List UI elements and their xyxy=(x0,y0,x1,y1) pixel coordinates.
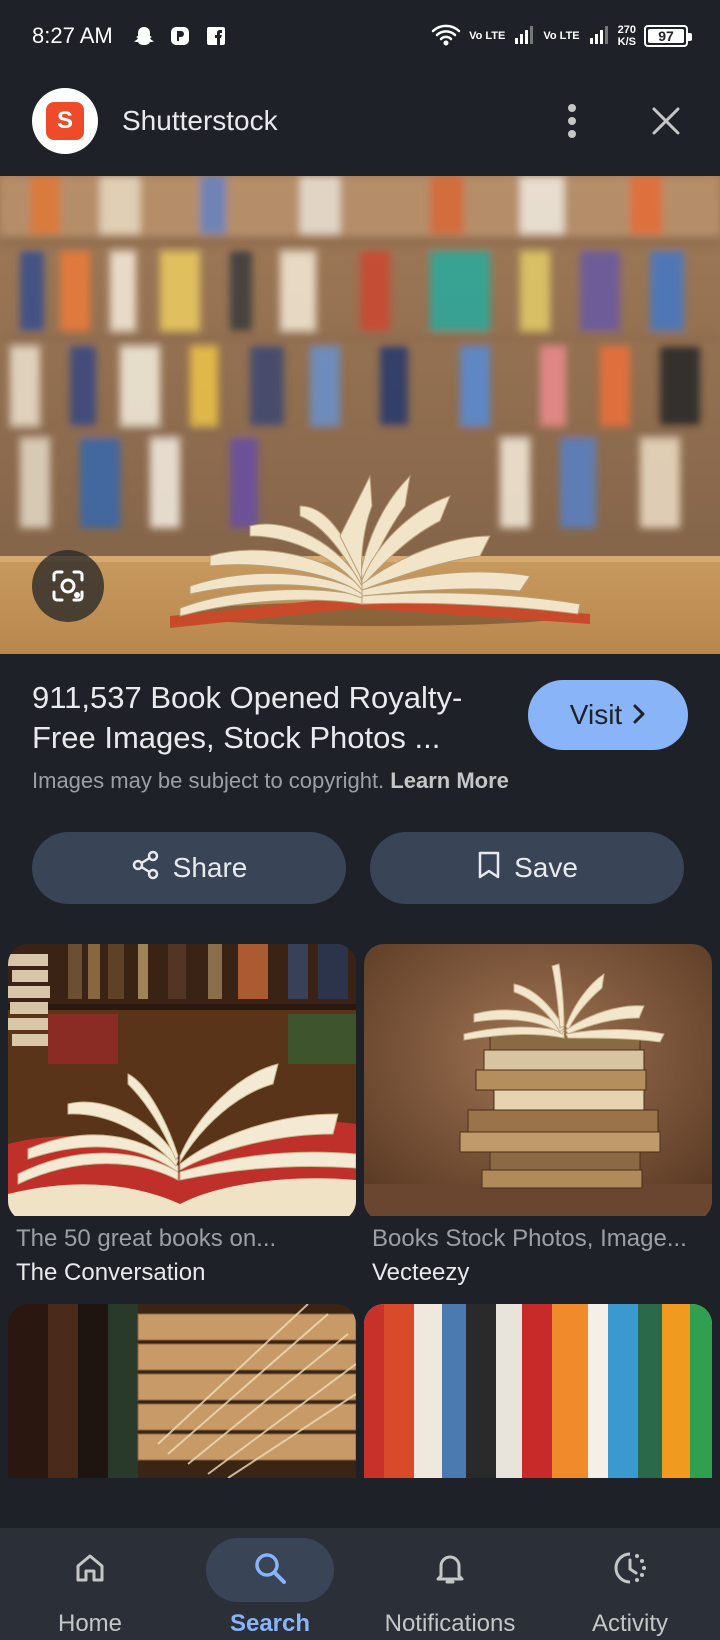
related-image-3[interactable] xyxy=(8,1304,356,1478)
network-type-2: Vo LTE xyxy=(543,30,580,42)
related-image-2[interactable] xyxy=(364,944,712,1221)
lens-search-icon[interactable] xyxy=(32,550,104,622)
site-name[interactable]: Shutterstock xyxy=(122,105,278,137)
copyright-notice: Images may be subject to copyright. Lear… xyxy=(32,768,509,794)
snapchat-icon xyxy=(133,25,155,47)
result-title[interactable]: 911,537 Book Opened Royalty-Free Images,… xyxy=(32,678,492,758)
chevron-right-icon xyxy=(632,699,646,731)
related-title-2: Books Stock Photos, Image... xyxy=(372,1225,687,1252)
share-label: Share xyxy=(172,852,248,883)
nav-search-label: Search xyxy=(229,1610,311,1637)
share-button[interactable]: Share xyxy=(32,832,346,904)
speed-unit: K/S xyxy=(617,36,636,48)
status-bar: 8:27 AM Vo LTE Vo LTE 270 K/S 97 xyxy=(0,0,720,72)
wifi-icon xyxy=(431,23,461,50)
related-source-2: Vecteezy xyxy=(372,1259,470,1286)
logo-letter: S xyxy=(46,102,84,140)
speed-value: 270 xyxy=(617,24,636,36)
facebook-icon xyxy=(205,25,227,47)
related-title-1: The 50 great books on... xyxy=(16,1225,277,1252)
network-type-1: Vo LTE xyxy=(469,30,506,42)
search-icon xyxy=(251,1549,289,1592)
data-speed: 270 K/S xyxy=(618,24,636,48)
related-image-4[interactable] xyxy=(364,1304,712,1478)
visit-button[interactable]: Visit xyxy=(528,680,688,750)
visit-label: Visit xyxy=(569,699,623,730)
bell-icon xyxy=(432,1550,468,1591)
learn-more-link[interactable]: Learn More xyxy=(390,768,509,793)
nav-notifications-label: Notifications xyxy=(384,1610,516,1637)
nav-notifications[interactable]: Notifications xyxy=(360,1528,540,1640)
status-time: 8:27 AM xyxy=(32,23,113,48)
signal-icon-1 xyxy=(513,24,535,49)
nav-activity[interactable]: Activity xyxy=(540,1528,720,1640)
activity-icon xyxy=(611,1549,649,1592)
main-image[interactable] xyxy=(0,176,720,654)
nav-home-label: Home xyxy=(57,1610,123,1637)
bookmark-icon xyxy=(476,850,502,887)
home-icon xyxy=(72,1550,108,1591)
save-button[interactable]: Save xyxy=(370,832,684,904)
bottom-navigation: Home Search Notifications Activity xyxy=(0,1528,720,1640)
copyright-text: Images may be subject to copyright. xyxy=(32,768,385,793)
share-icon xyxy=(131,850,161,887)
shutterstock-logo[interactable]: S xyxy=(32,88,98,154)
battery-level: 97 xyxy=(658,28,674,44)
related-image-1[interactable] xyxy=(8,944,356,1221)
more-options-icon[interactable] xyxy=(550,99,594,143)
related-source-1: The Conversation xyxy=(16,1259,206,1286)
nav-search[interactable]: Search xyxy=(180,1528,360,1640)
nav-activity-label: Activity xyxy=(591,1610,668,1637)
signal-icon-2 xyxy=(588,24,610,49)
related-caption-1[interactable]: The 50 great books on... The Conversatio… xyxy=(16,1222,356,1290)
result-header: S Shutterstock xyxy=(0,86,720,156)
related-caption-2[interactable]: Books Stock Photos, Image... Vecteezy xyxy=(372,1222,712,1290)
parking-app-icon xyxy=(169,25,191,47)
close-icon[interactable] xyxy=(644,99,688,143)
save-label: Save xyxy=(514,852,578,883)
battery-icon: 97 xyxy=(644,25,692,47)
nav-home[interactable]: Home xyxy=(0,1528,180,1640)
